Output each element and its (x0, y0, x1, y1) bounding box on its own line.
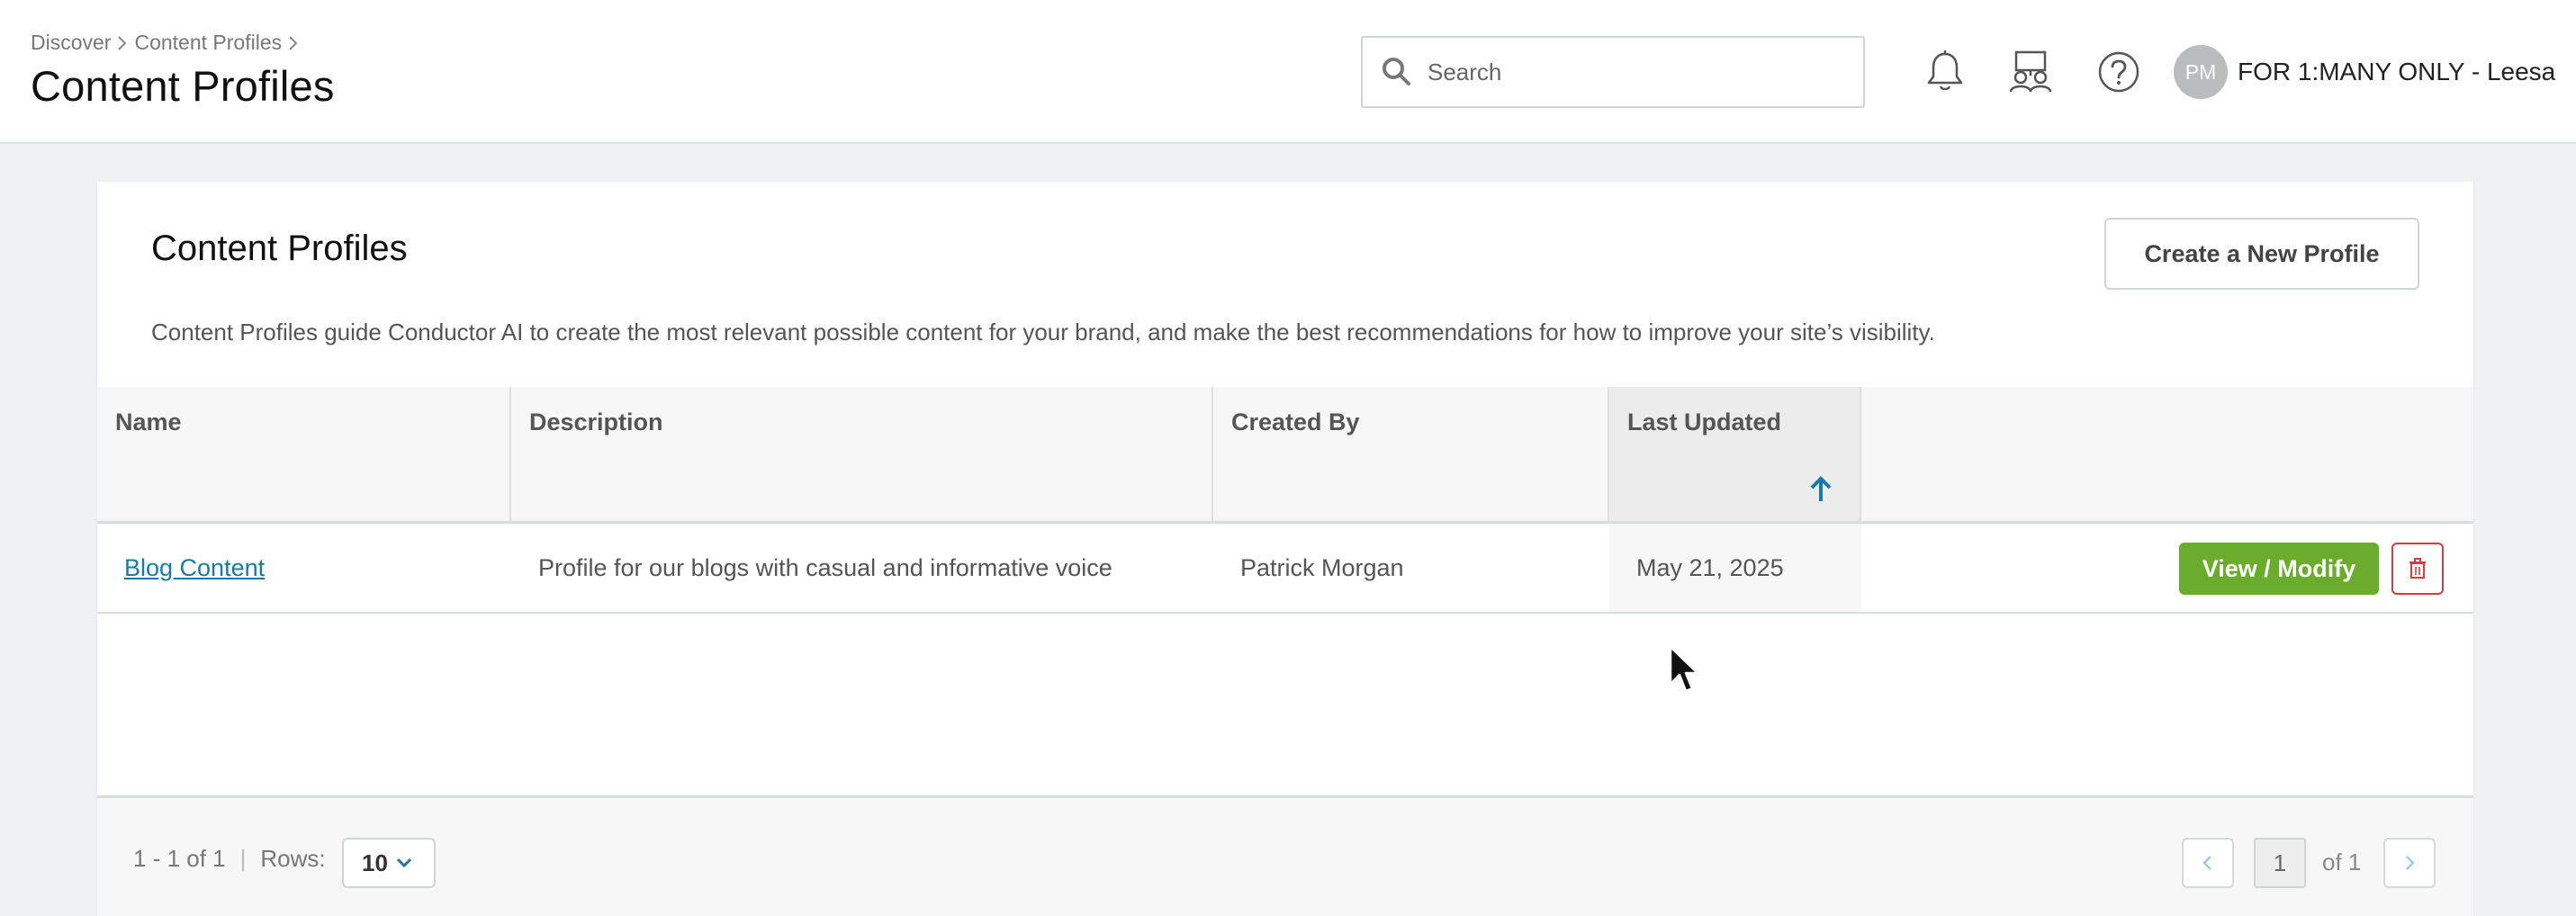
avatar[interactable]: PM (2174, 45, 2228, 99)
cell-description: Profile for our blogs with casual and in… (538, 553, 1112, 581)
cell-created-by: Patrick Morgan (1240, 553, 1404, 581)
bell-icon[interactable] (1920, 47, 1970, 97)
delete-button[interactable] (2391, 543, 2444, 595)
column-header-last-updated-label: Last Updated (1627, 409, 1782, 436)
card-title: Content Profiles (151, 229, 408, 268)
rows-per-page-value: 10 (362, 849, 388, 876)
card-description: Content Profiles guide Conductor AI to c… (151, 319, 1935, 346)
cell-name: Blog Content (97, 524, 511, 612)
rows-label: Rows: (260, 845, 326, 872)
sort-ascending-icon[interactable] (1807, 475, 1834, 504)
chevron-down-icon (396, 858, 411, 868)
content-profiles-card: Content Profiles Create a New Profile Co… (97, 182, 2473, 916)
table-header: Name Description Created By Last Updated (97, 387, 2473, 524)
search-input[interactable] (1428, 58, 1842, 86)
mouse-cursor-icon (1669, 645, 1699, 693)
table-row: Blog Content Profile for our blogs with … (97, 524, 2473, 614)
total-pages: of 1 (2322, 849, 2362, 876)
range-text: 1 - 1 of 1 (133, 845, 226, 872)
top-header: Discover Content Profiles Content Profil… (0, 0, 2576, 144)
previous-page-button[interactable] (2182, 838, 2234, 888)
column-header-name[interactable]: Name (97, 387, 511, 521)
breadcrumb: Discover Content Profiles (31, 31, 300, 55)
next-page-button[interactable] (2383, 838, 2436, 888)
current-page[interactable]: 1 (2254, 838, 2306, 888)
pagination-range: 1 - 1 of 1 | Rows: (133, 845, 326, 873)
users-switch-icon[interactable] (2005, 47, 2056, 97)
column-header-last-updated[interactable]: Last Updated (1609, 387, 1861, 521)
search-box[interactable] (1361, 36, 1865, 108)
user-name[interactable]: FOR 1:MANY ONLY - Leesa (2238, 58, 2555, 86)
rows-per-page-select[interactable]: 10 (342, 838, 436, 888)
chevron-right-icon (118, 35, 127, 50)
view-modify-button[interactable]: View / Modify (2179, 543, 2379, 595)
chevron-left-icon (2202, 856, 2211, 870)
column-header-created-by[interactable]: Created By (1213, 387, 1609, 521)
trash-icon (2409, 558, 2426, 579)
create-profile-button[interactable]: Create a New Profile (2104, 218, 2419, 290)
search-icon (1383, 58, 1410, 85)
chevron-right-icon (2406, 856, 2415, 870)
profile-name-link[interactable]: Blog Content (124, 554, 265, 582)
page-title: Content Profiles (31, 62, 335, 110)
divider: | (239, 845, 247, 872)
help-icon[interactable] (2094, 47, 2144, 97)
chevron-right-icon (289, 35, 298, 50)
table-footer: 1 - 1 of 1 | Rows: 10 1 of 1 (97, 795, 2473, 916)
cell-last-updated: May 21, 2025 (1609, 524, 1861, 612)
breadcrumb-item-discover[interactable]: Discover (31, 31, 111, 55)
breadcrumb-item-content-profiles[interactable]: Content Profiles (134, 31, 282, 55)
column-header-description[interactable]: Description (511, 387, 1213, 521)
